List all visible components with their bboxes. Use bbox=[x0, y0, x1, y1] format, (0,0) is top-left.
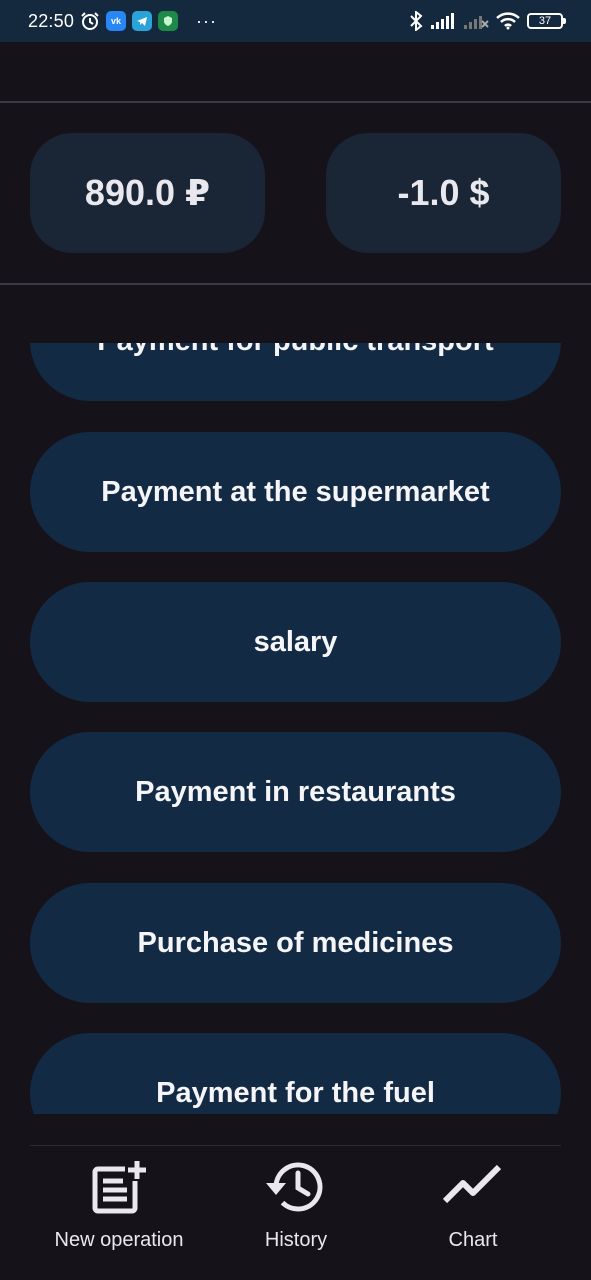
shield-app-icon bbox=[158, 11, 179, 31]
status-time: 22:50 bbox=[28, 10, 75, 31]
status-left: 22:50 vk ··· bbox=[28, 11, 217, 32]
balances-divider bbox=[0, 283, 591, 285]
status-bar: 22:50 vk ··· 37 bbox=[0, 0, 591, 42]
nav-label: History bbox=[264, 1229, 328, 1251]
nav-chart[interactable]: Chart bbox=[388, 1150, 558, 1260]
signal-icon bbox=[430, 12, 456, 30]
alarm-clock-icon bbox=[80, 11, 100, 31]
nav-label: New operation bbox=[54, 1229, 184, 1251]
chart-line-icon bbox=[441, 1155, 505, 1219]
operation-button[interactable]: Payment for the fuel bbox=[30, 1033, 561, 1114]
nav-new-operation[interactable]: New operation bbox=[34, 1150, 204, 1260]
note-add-icon bbox=[87, 1155, 151, 1219]
operation-button[interactable]: Payment at the supermarket bbox=[30, 432, 561, 552]
status-right: 37 bbox=[409, 11, 566, 31]
operation-button[interactable]: Payment for public transport bbox=[30, 343, 561, 401]
operations-list[interactable]: Payment for public transport Payment at … bbox=[0, 343, 591, 1114]
bottom-nav-divider bbox=[30, 1145, 561, 1146]
operation-button[interactable]: Payment in restaurants bbox=[30, 732, 561, 852]
top-divider bbox=[0, 101, 591, 103]
operation-button[interactable]: Purchase of medicines bbox=[30, 883, 561, 1003]
battery-indicator: 37 bbox=[527, 13, 566, 29]
telegram-icon bbox=[132, 11, 153, 31]
nav-history[interactable]: History bbox=[211, 1150, 381, 1260]
wifi-icon bbox=[496, 12, 520, 30]
balance-usd-card[interactable]: -1.0 $ bbox=[326, 133, 561, 253]
bluetooth-icon bbox=[409, 11, 423, 31]
app-screen: 22:50 vk ··· 37 890.0 ₽ -1.0 $ Payment a… bbox=[0, 0, 591, 1280]
more-notifications: ··· bbox=[196, 10, 218, 31]
nav-label: Chart bbox=[448, 1229, 498, 1251]
vk-icon: vk bbox=[106, 11, 127, 31]
balance-rub-card[interactable]: 890.0 ₽ bbox=[30, 133, 265, 253]
signal-no-service-icon bbox=[463, 12, 489, 30]
operation-button[interactable]: salary bbox=[30, 582, 561, 702]
history-icon bbox=[264, 1155, 328, 1219]
